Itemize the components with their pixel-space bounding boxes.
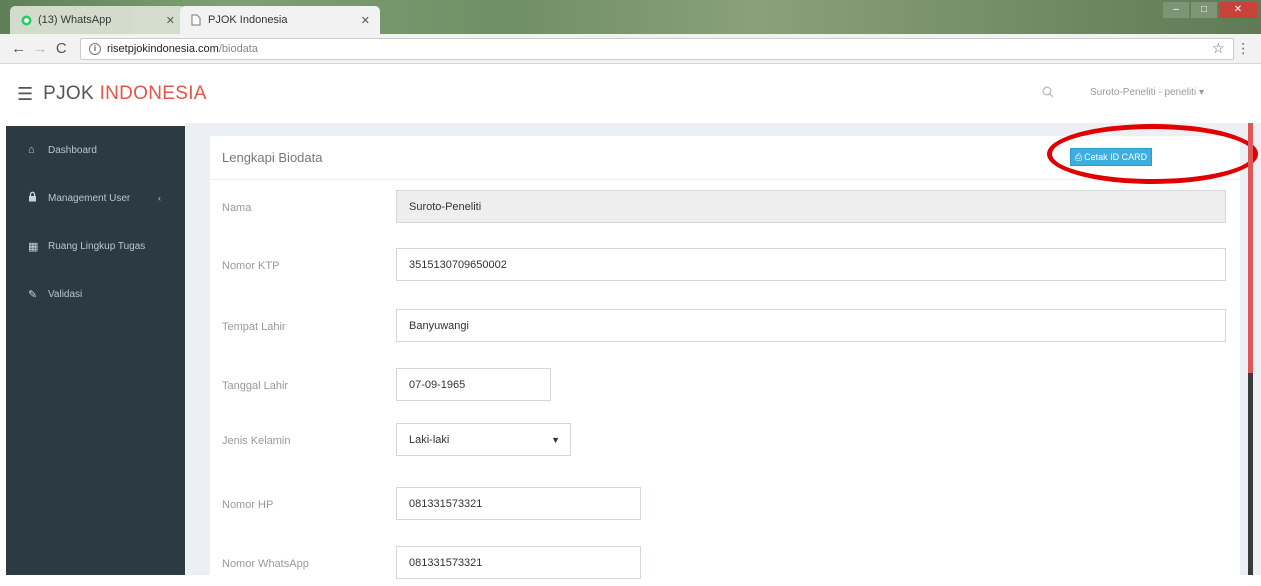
browser-menu-icon[interactable]: ⋮ bbox=[1234, 40, 1253, 57]
form-row-nomor-whatsapp: Nomor WhatsApp 081331573321 bbox=[216, 546, 1236, 586]
minimize-icon[interactable]: – bbox=[1163, 2, 1189, 18]
close-icon[interactable]: ✕ bbox=[166, 14, 175, 27]
print-icon: ⎙ bbox=[1074, 151, 1083, 162]
whatsapp-field[interactable]: 081331573321 bbox=[396, 546, 641, 579]
back-icon[interactable]: ← bbox=[8, 40, 29, 57]
home-icon: ⌂ bbox=[28, 144, 35, 156]
form-row-tanggal-lahir: Tanggal Lahir 07-09-1965 bbox=[216, 368, 1236, 408]
browser-tab-pjok[interactable]: PJOK Indonesia ✕ bbox=[180, 6, 380, 34]
field-label: Tempat Lahir bbox=[222, 321, 286, 333]
browser-toolbar: ← → C i risetpjokindonesia.com/biodata ☆… bbox=[0, 34, 1261, 64]
sidebar-item-validasi[interactable]: ✎ Validasi bbox=[6, 270, 185, 318]
field-label: Nomor WhatsApp bbox=[222, 558, 309, 570]
forward-icon[interactable]: → bbox=[29, 40, 50, 57]
close-icon[interactable]: ✕ bbox=[361, 14, 370, 27]
whatsapp-icon bbox=[20, 14, 32, 26]
sidebar: ⌂ Dashboard Management User ‹ ▦ Ruang Li… bbox=[6, 126, 185, 575]
brand-logo[interactable]: PJOK INDONESIA bbox=[43, 83, 207, 105]
window-close-icon[interactable]: ✕ bbox=[1219, 2, 1257, 18]
field-label: Nama bbox=[222, 202, 252, 214]
sidebar-item-label: Ruang Lingkup Tugas bbox=[48, 240, 146, 252]
sidebar-item-label: Validasi bbox=[48, 288, 83, 300]
lock-icon bbox=[28, 191, 42, 205]
field-label: Jenis Kelamin bbox=[222, 435, 291, 447]
table-icon: ▦ bbox=[28, 240, 39, 253]
form-row-nama: Nama Suroto-Peneliti bbox=[216, 190, 1236, 230]
page-icon bbox=[190, 14, 202, 26]
user-menu[interactable]: Suroto-Peneliti - peneliti ▾ bbox=[1090, 87, 1204, 98]
sidebar-item-dashboard[interactable]: ⌂ Dashboard bbox=[6, 126, 185, 174]
tab-title: (13) WhatsApp bbox=[38, 14, 112, 26]
edit-icon: ✎ bbox=[28, 288, 38, 301]
sidebar-item-label: Dashboard bbox=[48, 144, 97, 156]
print-id-card-button[interactable]: ⎙ Cetak ID CARD bbox=[1070, 148, 1152, 166]
maximize-icon[interactable]: □ bbox=[1191, 2, 1217, 18]
form-row-ktp: Nomor KTP 3515130709650002 bbox=[216, 248, 1236, 288]
field-label: Nomor KTP bbox=[222, 260, 280, 272]
app-header: ☰ PJOK INDONESIA Suroto-Peneliti - penel… bbox=[0, 65, 1261, 123]
sidebar-item-label: Management User bbox=[48, 192, 131, 204]
scrollbar-thumb[interactable] bbox=[1248, 123, 1253, 373]
name-field[interactable]: Suroto-Peneliti bbox=[396, 190, 1226, 223]
panel-title: Lengkapi Biodata bbox=[222, 150, 323, 165]
hamburger-menu-icon[interactable]: ☰ bbox=[17, 84, 33, 105]
ktp-number-field[interactable]: 3515130709650002 bbox=[396, 248, 1226, 281]
search-icon[interactable] bbox=[1042, 86, 1054, 101]
phone-field[interactable]: 081331573321 bbox=[396, 487, 641, 520]
browser-tab-whatsapp[interactable]: (13) WhatsApp ✕ bbox=[10, 6, 185, 34]
browser-tab-bar: (13) WhatsApp ✕ PJOK Indonesia ✕ – □ ✕ bbox=[0, 0, 1261, 34]
reload-icon[interactable]: C bbox=[51, 40, 72, 57]
form-row-nomor-hp: Nomor HP 081331573321 bbox=[216, 487, 1236, 527]
gender-select[interactable]: Laki-laki ▼ bbox=[396, 423, 571, 456]
form-row-tempat-lahir: Tempat Lahir Banyuwangi bbox=[216, 309, 1236, 349]
tab-title: PJOK Indonesia bbox=[208, 14, 288, 26]
sidebar-item-ruang-lingkup-tugas[interactable]: ▦ Ruang Lingkup Tugas bbox=[6, 222, 185, 270]
sidebar-item-management-user[interactable]: Management User ‹ bbox=[6, 174, 185, 222]
field-label: Tanggal Lahir bbox=[222, 380, 289, 392]
caret-down-icon: ▼ bbox=[551, 434, 560, 445]
bookmark-star-icon[interactable]: ☆ bbox=[1212, 40, 1225, 57]
birthdate-field[interactable]: 07-09-1965 bbox=[396, 368, 551, 401]
form-row-jenis-kelamin: Jenis Kelamin Laki-laki ▼ bbox=[216, 423, 1236, 463]
address-bar[interactable]: i risetpjokindonesia.com/biodata ☆ bbox=[79, 37, 1234, 60]
url-path: /biodata bbox=[218, 42, 258, 55]
field-label: Nomor HP bbox=[222, 499, 274, 511]
url-host: risetpjokindonesia.com bbox=[106, 42, 219, 55]
info-icon[interactable]: i bbox=[88, 42, 101, 55]
window-controls: – □ ✕ bbox=[1163, 2, 1257, 18]
chevron-left-icon: ‹ bbox=[158, 193, 161, 203]
birthplace-field[interactable]: Banyuwangi bbox=[396, 309, 1226, 342]
